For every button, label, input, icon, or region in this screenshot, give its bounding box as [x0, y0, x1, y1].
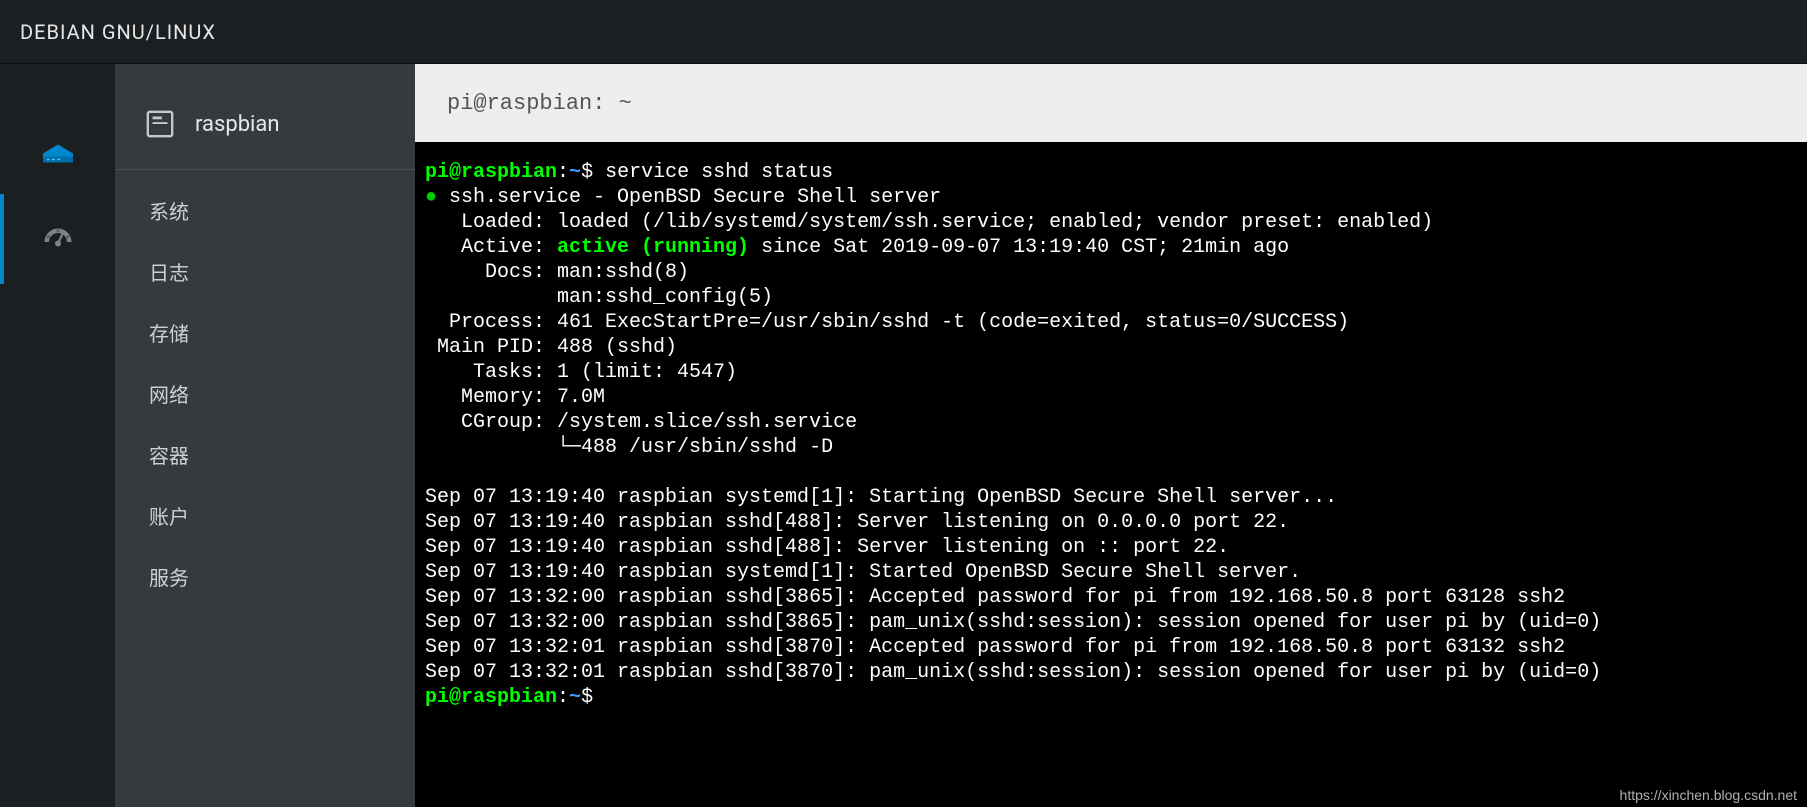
- watermark: https://xinchen.blog.csdn.net: [1620, 787, 1797, 803]
- log-line: Sep 07 13:19:40 raspbian systemd[1]: Sta…: [425, 561, 1301, 584]
- process-line: Process: 461 ExecStartPre=/usr/sbin/sshd…: [425, 311, 1349, 334]
- log-line: Sep 07 13:32:01 raspbian sshd[3870]: pam…: [425, 661, 1601, 684]
- active-label: Active:: [425, 236, 557, 259]
- sidebar-item-label: 日志: [149, 261, 189, 285]
- sidebar-item-container[interactable]: 容器: [115, 424, 415, 485]
- docs-line-1: Docs: man:sshd(8): [425, 261, 689, 284]
- prompt-end: $: [581, 161, 605, 184]
- sidebar-item-services[interactable]: 服务: [115, 546, 415, 607]
- log-line: Sep 07 13:32:00 raspbian sshd[3865]: pam…: [425, 611, 1601, 634]
- sidebar-item-system[interactable]: 系统: [115, 180, 415, 241]
- prompt-sep: :: [557, 161, 569, 184]
- prompt-user: pi@raspbian: [425, 161, 557, 184]
- log-line: Sep 07 13:19:40 raspbian systemd[1]: Sta…: [425, 486, 1337, 509]
- side-header: raspbian: [115, 104, 415, 170]
- rail-item-dashboard[interactable]: [0, 194, 115, 284]
- sidebar-item-network[interactable]: 网络: [115, 363, 415, 424]
- status-dot: ●: [425, 186, 437, 209]
- sidebar-item-label: 存储: [149, 322, 189, 346]
- prompt-sep: :: [557, 686, 569, 709]
- sidebar-item-label: 容器: [149, 444, 189, 468]
- terminal-output[interactable]: pi@raspbian:~$ service sshd status ● ssh…: [415, 142, 1807, 807]
- log-line: Sep 07 13:19:40 raspbian sshd[488]: Serv…: [425, 511, 1289, 534]
- sidebar-item-label: 系统: [149, 200, 189, 224]
- host-icon: [145, 109, 175, 139]
- server-icon: [40, 131, 76, 167]
- loaded-line: Loaded: loaded (/lib/systemd/system/ssh.…: [425, 211, 1433, 234]
- hostname: raspbian: [195, 112, 280, 137]
- app-title: DEBIAN GNU/LINUX: [20, 20, 216, 44]
- nav-rail: [0, 64, 115, 807]
- sidebar-item-label: 网络: [149, 383, 189, 407]
- prompt-path: ~: [569, 686, 581, 709]
- sidebar-item-storage[interactable]: 存储: [115, 302, 415, 363]
- rail-item-system[interactable]: [0, 104, 115, 194]
- sidebar-item-label: 服务: [149, 566, 189, 590]
- active-value: active (running): [557, 236, 749, 259]
- gauge-icon: [40, 221, 76, 257]
- log-line: Sep 07 13:32:01 raspbian sshd[3870]: Acc…: [425, 636, 1565, 659]
- cgroup-line: CGroup: /system.slice/ssh.service: [425, 411, 857, 434]
- topbar: DEBIAN GNU/LINUX: [0, 0, 1807, 64]
- terminal-title: pi@raspbian: ~: [447, 91, 632, 116]
- prompt-path: ~: [569, 161, 581, 184]
- sidebar-item-label: 账户: [149, 505, 189, 529]
- service-line: ssh.service - OpenBSD Secure Shell serve…: [449, 186, 941, 209]
- docs-line-2: man:sshd_config(5): [425, 286, 773, 309]
- active-rest: since Sat 2019-09-07 13:19:40 CST; 21min…: [749, 236, 1289, 259]
- main: pi@raspbian: ~ pi@raspbian:~$ service ss…: [415, 64, 1807, 807]
- memory-line: Memory: 7.0M: [425, 386, 605, 409]
- log-line: Sep 07 13:19:40 raspbian sshd[488]: Serv…: [425, 536, 1229, 559]
- terminal-titlebar: pi@raspbian: ~: [415, 64, 1807, 142]
- prompt-end: $: [581, 686, 605, 709]
- cgroup-line-2: └─488 /usr/sbin/sshd -D: [425, 436, 833, 459]
- side-menu: raspbian 系统 日志 存储 网络 容器 账户 服务: [115, 64, 415, 807]
- sidebar-item-logs[interactable]: 日志: [115, 241, 415, 302]
- prompt-user: pi@raspbian: [425, 686, 557, 709]
- tasks-line: Tasks: 1 (limit: 4547): [425, 361, 737, 384]
- layout: raspbian 系统 日志 存储 网络 容器 账户 服务 pi@raspbia…: [0, 64, 1807, 807]
- log-line: Sep 07 13:32:00 raspbian sshd[3865]: Acc…: [425, 586, 1565, 609]
- sidebar-item-accounts[interactable]: 账户: [115, 485, 415, 546]
- command: service sshd status: [605, 161, 833, 184]
- mainpid-line: Main PID: 488 (sshd): [425, 336, 677, 359]
